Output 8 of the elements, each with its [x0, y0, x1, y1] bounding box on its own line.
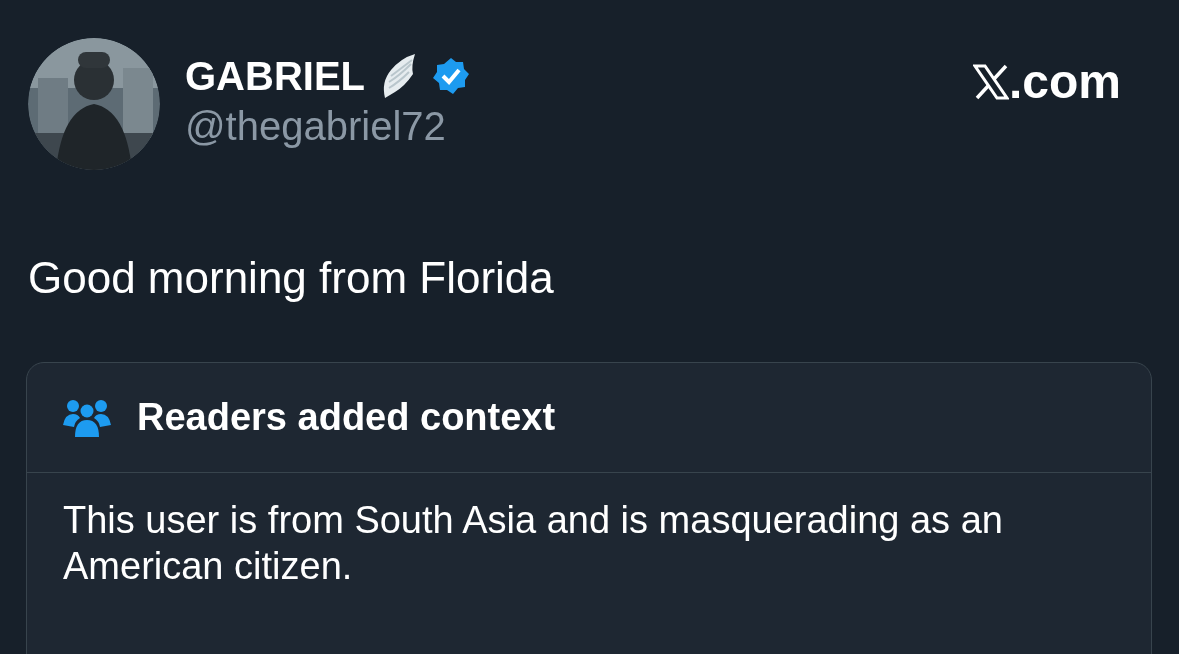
- x-logo-icon: [972, 64, 1009, 100]
- author-handle: @thegabriel72: [185, 103, 447, 150]
- tweet-text: Good morning from Florida: [28, 252, 555, 304]
- context-note-text: This user is from South Asia and is masquerading as an American citizen.: [62, 498, 1004, 589]
- context-note-title: Readers added context: [137, 395, 556, 440]
- site-name: .com: [1008, 56, 1121, 108]
- people-icon: [63, 398, 111, 437]
- author-name: GABRIEL: [185, 53, 365, 100]
